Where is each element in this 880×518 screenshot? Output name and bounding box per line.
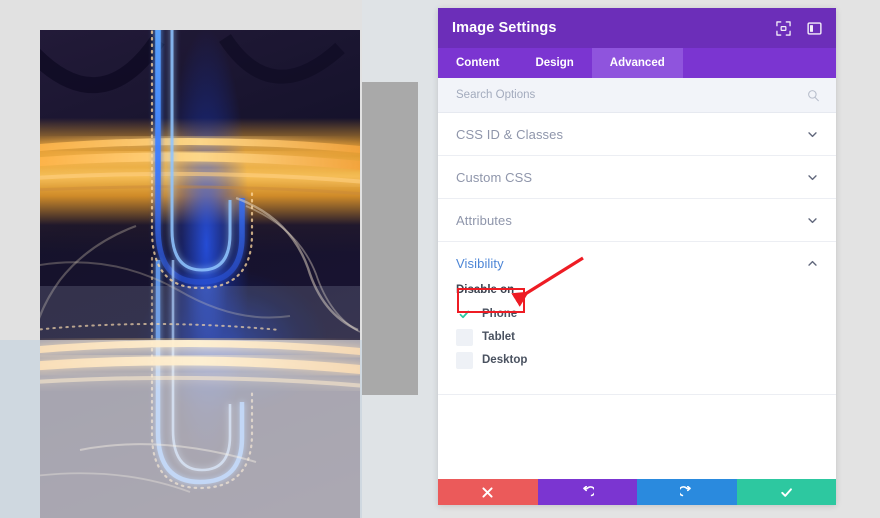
- light-trails-overlay: [40, 30, 360, 500]
- checkbox-label-desktop: Desktop: [482, 354, 528, 366]
- checkbox-desktop[interactable]: [456, 351, 473, 369]
- section-custom-css: Custom CSS: [438, 156, 836, 199]
- check-icon: [781, 487, 792, 497]
- visibility-content: Disable on Phone Tablet Desktop: [438, 284, 836, 394]
- checkbox-tablet[interactable]: [456, 328, 473, 346]
- check-icon: [459, 310, 470, 318]
- checkbox-label-tablet: Tablet: [482, 331, 516, 343]
- screenshot-root: Image Settings Content Design Advanced S…: [0, 0, 880, 518]
- undo-button[interactable]: [537, 479, 637, 505]
- section-css-id-classes: CSS ID & Classes: [438, 113, 836, 156]
- panel-title: Image Settings: [452, 20, 557, 36]
- checkbox-row-phone[interactable]: Phone: [456, 303, 818, 325]
- checkbox-row-tablet[interactable]: Tablet: [456, 326, 818, 348]
- preview-image[interactable]: [40, 30, 360, 518]
- undo-icon: [582, 485, 594, 496]
- panel-action-bar: [438, 479, 836, 505]
- section-header-attributes[interactable]: Attributes: [438, 199, 836, 241]
- section-label: Custom CSS: [456, 169, 533, 185]
- redo-button[interactable]: [637, 479, 737, 505]
- redo-icon: [680, 485, 692, 496]
- fullscreen-icon[interactable]: [776, 20, 791, 36]
- panel-body: CSS ID & Classes Custom CSS Attributes V…: [438, 113, 836, 479]
- tab-design[interactable]: Design: [517, 48, 591, 78]
- chevron-down-icon[interactable]: [807, 215, 818, 226]
- section-header-css-id-classes[interactable]: CSS ID & Classes: [438, 113, 836, 155]
- placeholder-block-overlay: [362, 82, 418, 395]
- section-label: Attributes: [456, 212, 512, 228]
- section-visibility: Visibility Disable on Phone Tablet Deskt…: [438, 242, 836, 395]
- section-header-visibility[interactable]: Visibility: [438, 242, 836, 284]
- chevron-down-icon[interactable]: [807, 172, 818, 183]
- section-label: Visibility: [456, 255, 504, 271]
- image-settings-panel: Image Settings Content Design Advanced S…: [438, 8, 836, 505]
- section-header-custom-css[interactable]: Custom CSS: [438, 156, 836, 198]
- tab-advanced[interactable]: Advanced: [591, 48, 683, 78]
- cancel-button[interactable]: [438, 479, 538, 505]
- close-icon: [482, 486, 493, 498]
- panel-header: Image Settings: [438, 8, 836, 48]
- checkbox-phone[interactable]: [456, 305, 473, 323]
- chevron-up-icon[interactable]: [807, 258, 818, 269]
- checkbox-row-desktop[interactable]: Desktop: [456, 349, 818, 371]
- section-attributes: Attributes: [438, 199, 836, 242]
- section-label: CSS ID & Classes: [456, 126, 564, 142]
- search-options-bar: [438, 78, 836, 113]
- search-icon[interactable]: [807, 89, 820, 102]
- disable-on-label: Disable on: [456, 284, 515, 296]
- layout-toggle-icon[interactable]: [807, 21, 822, 36]
- checkbox-label-phone: Phone: [482, 308, 518, 320]
- save-button[interactable]: [736, 479, 836, 505]
- tab-content[interactable]: Content: [438, 48, 517, 78]
- chevron-down-icon[interactable]: [807, 129, 818, 140]
- search-input[interactable]: [454, 88, 807, 102]
- panel-tabs: Content Design Advanced: [438, 48, 836, 78]
- panel-header-actions: [776, 20, 822, 36]
